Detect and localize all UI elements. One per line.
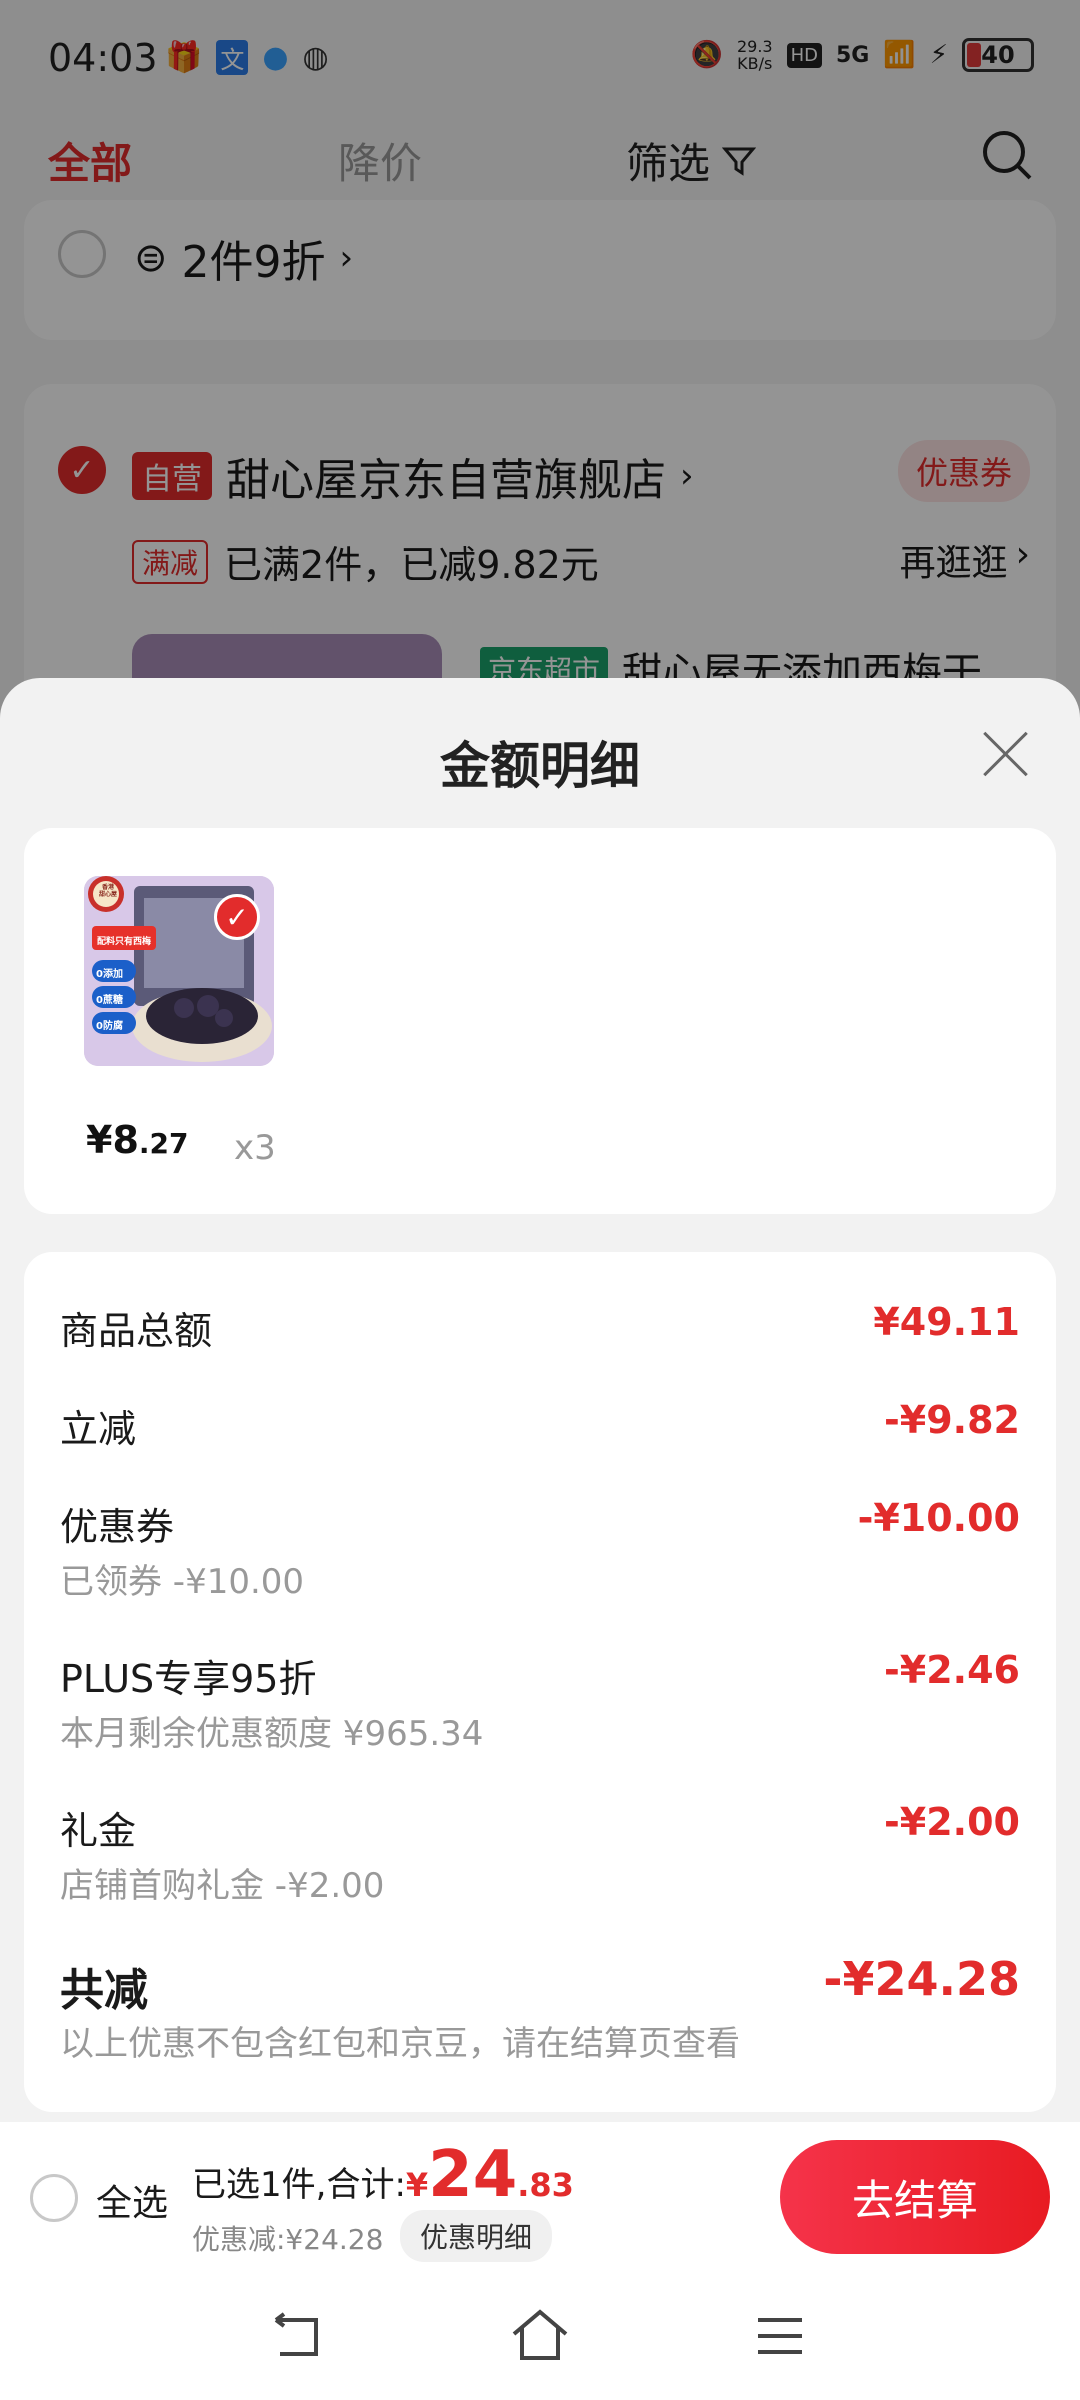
close-icon[interactable] [980, 728, 1032, 780]
discount-detail-button[interactable]: 优惠明细 [400, 2210, 553, 2262]
sheet-title: 金额明细 [440, 737, 640, 795]
total-line: 已选1件,合计: ¥ 24 .83 [192, 2138, 574, 2212]
row-label-gift-cash: 礼金 [60, 1809, 137, 1853]
product-image[interactable]: 香港 甜心屋 配料只有西梅 0添加 0蔗糖 0防腐 ✓ [84, 876, 274, 1066]
total-integer: 24 [428, 2138, 518, 2212]
row-value-goods-total: ¥49.11 [873, 1300, 1020, 1344]
system-nav-bar [0, 2272, 1080, 2400]
discount-amount: 优惠减:¥24.28 [192, 2223, 384, 2256]
total-discount-note: 以上优惠不包含红包和京豆，请在结算页查看 [60, 2024, 740, 2064]
row-value-instant-discount: -¥9.82 [884, 1398, 1020, 1442]
row-sub-plus: 本月剩余优惠额度 ¥965.34 [60, 1714, 484, 1754]
checkout-bar: 全选 已选1件,合计: ¥ 24 .83 优惠减:¥24.28 优惠明细 去结算 [0, 2122, 1080, 2272]
select-all-label[interactable]: 全选 [96, 2174, 168, 2226]
selected-count: 已选1件,合计: [192, 2165, 406, 2205]
total-discount-label: 共减 [60, 1965, 148, 2016]
product-summary-card: 香港 甜心屋 配料只有西梅 0添加 0蔗糖 0防腐 ✓ ¥8.27 x3 [24, 828, 1056, 1214]
row-value-gift-cash: -¥2.00 [884, 1800, 1020, 1844]
row-sub-gift-cash: 店铺首购礼金 -¥2.00 [60, 1866, 385, 1906]
checkout-button[interactable]: 去结算 [780, 2140, 1050, 2254]
row-sub-coupon: 已领券 -¥10.00 [60, 1562, 305, 1602]
price-cents: .27 [138, 1127, 189, 1160]
row-label-goods-total: 商品总额 [60, 1309, 213, 1353]
row-label-plus: PLUS专享95折 [60, 1657, 317, 1701]
home-icon[interactable] [510, 2308, 570, 2362]
amount-breakdown-card: 商品总额 ¥49.11 立减 -¥9.82 优惠券 -¥10.00 已领券 -¥… [24, 1252, 1056, 2112]
back-icon[interactable] [270, 2312, 326, 2362]
product-unit-price: ¥8.27 [86, 1118, 189, 1162]
selected-check-icon: ✓ [214, 894, 260, 940]
row-label-coupon: 优惠券 [60, 1505, 175, 1549]
price-yuan: ¥8 [86, 1118, 139, 1162]
image-banner: 配料只有西梅 [96, 937, 151, 947]
row-label-instant-discount: 立减 [60, 1407, 137, 1451]
menu-icon[interactable] [756, 2314, 804, 2358]
image-label-3: 0防腐 [96, 1021, 123, 1032]
row-value-coupon: -¥10.00 [857, 1496, 1020, 1540]
row-value-plus: -¥2.46 [884, 1648, 1020, 1692]
image-label-2: 0蔗糖 [96, 995, 123, 1006]
product-quantity: x3 [234, 1128, 276, 1168]
image-brand-badge: 香港 甜心屋 [98, 884, 117, 898]
select-all-radio[interactable] [30, 2174, 78, 2222]
total-discount-value: -¥24.28 [823, 1952, 1020, 2006]
total-currency: ¥ [405, 2166, 429, 2204]
image-label-1: 0添加 [96, 969, 123, 980]
total-decimal: .83 [517, 2166, 574, 2204]
